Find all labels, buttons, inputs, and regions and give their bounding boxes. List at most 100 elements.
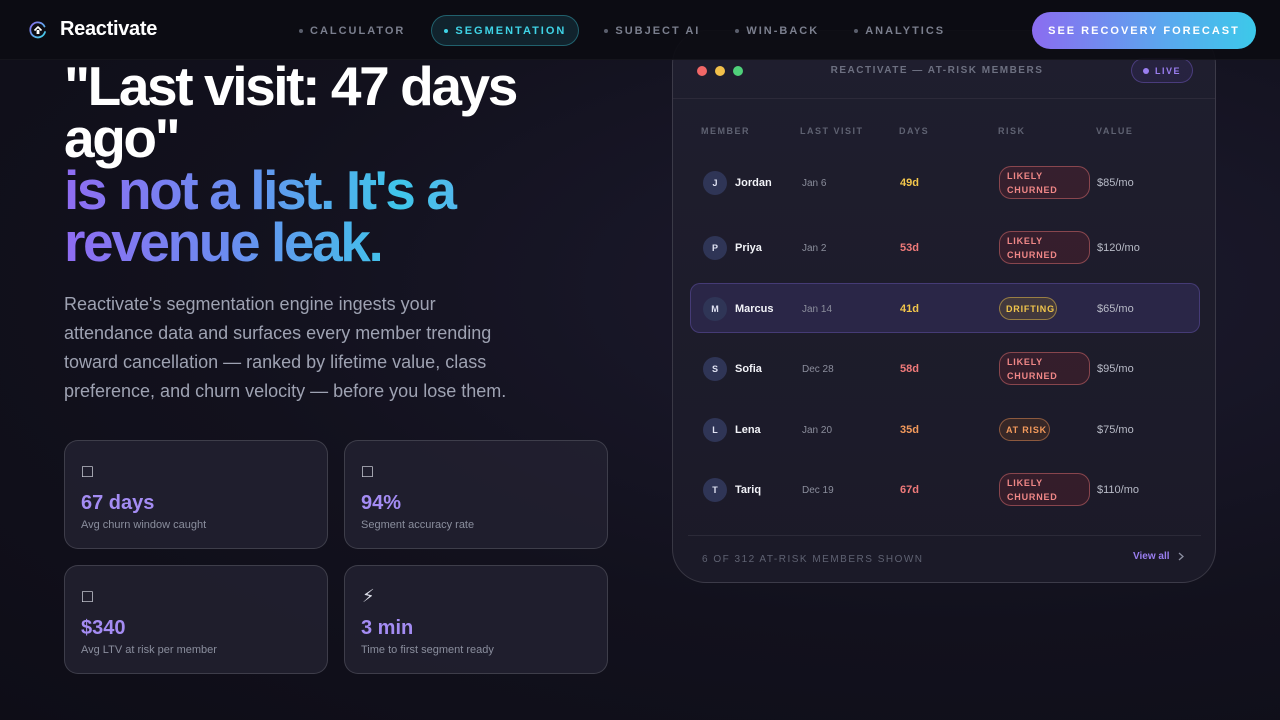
- nav-links: CALCULATOR SEGMENTATION SUBJECT AI WIN-B…: [290, 15, 955, 46]
- risk-badge-text: CHURNED: [1007, 371, 1058, 381]
- column-header-risk: RISK: [998, 126, 1026, 136]
- nav-link-label: WIN-BACK: [746, 24, 820, 37]
- stat-value: 67 days: [81, 492, 155, 514]
- live-badge: LIVE: [1131, 58, 1194, 83]
- column-header-last-visit: LAST VISIT: [800, 126, 864, 136]
- risk-badge: DRIFTING: [999, 297, 1057, 320]
- stat-placeholder-icon: □: [82, 586, 93, 606]
- member-value: $110/mo: [1097, 484, 1139, 496]
- brand[interactable]: Reactivate: [28, 18, 157, 41]
- risk-badge: LIKELY CHURNED: [999, 166, 1090, 199]
- member-name: Lena: [735, 424, 761, 436]
- risk-badge-text: LIKELY: [1007, 236, 1043, 246]
- view-all-link[interactable]: View all: [1133, 551, 1184, 562]
- live-dot-icon: [1143, 67, 1149, 74]
- days-since-visit: 35d: [900, 424, 919, 436]
- nav-dot-icon: [299, 28, 303, 33]
- member-name: Sofia: [735, 363, 762, 375]
- table-row[interactable]: P Priya Jan 2 53d LIKELY CHURNED $120/mo: [690, 222, 1200, 272]
- nav-link-segmentation[interactable]: SEGMENTATION: [431, 15, 580, 46]
- table-row[interactable]: J Jordan Jan 6 49d LIKELY CHURNED $85/mo: [690, 157, 1200, 207]
- last-visit: Jan 6: [802, 178, 827, 189]
- member-name: Marcus: [735, 303, 774, 315]
- last-visit: Jan 2: [802, 243, 827, 254]
- nav-dot-icon: [735, 28, 740, 33]
- table-row[interactable]: S Sofia Dec 28 58d LIKELY CHURNED $95/mo: [690, 343, 1200, 393]
- risk-badge-text: DRIFTING: [1006, 304, 1055, 314]
- risk-badge-text: LIKELY: [1007, 357, 1043, 367]
- nav-link-subject-ai[interactable]: SUBJECT AI: [595, 15, 710, 46]
- member-name: Jordan: [735, 177, 772, 189]
- risk-badge-text: CHURNED: [1007, 250, 1058, 260]
- table-row[interactable]: M Marcus Jan 14 41d DRIFTING $65/mo: [690, 283, 1200, 333]
- last-visit: Jan 20: [802, 425, 833, 436]
- avatar: S: [703, 357, 727, 381]
- nav-link-label: SEGMENTATION: [455, 24, 567, 37]
- hero-description: Reactivate's segmentation engine ingests…: [64, 294, 507, 401]
- stat-value: 3 min: [361, 617, 414, 639]
- hero-title-gradient-line: revenue leak.: [64, 215, 624, 270]
- risk-badge: LIKELY CHURNED: [999, 473, 1090, 506]
- nav-link-label: ANALYTICS: [865, 24, 946, 37]
- last-visit: Jan 14: [802, 304, 833, 315]
- stat-value: $340: [81, 617, 126, 639]
- nav-link-analytics[interactable]: ANALYTICS: [845, 15, 955, 46]
- risk-badge: AT RISK: [999, 418, 1050, 441]
- nav-dot-icon: [854, 28, 859, 33]
- hero-title-line: ago": [64, 107, 181, 169]
- stat-card-time-to-segment: ⚡ 3 min Time to first segment ready: [344, 565, 608, 674]
- avatar: T: [703, 478, 727, 502]
- stat-placeholder-icon: □: [362, 461, 373, 481]
- recovery-forecast-button[interactable]: SEE RECOVERY FORECAST: [1032, 12, 1256, 49]
- nav-dot-icon: [604, 28, 609, 33]
- last-visit: Dec 19: [802, 485, 834, 496]
- column-header-member: MEMBER: [701, 126, 750, 136]
- avatar: L: [703, 418, 727, 442]
- stat-label: Avg LTV at risk per member: [81, 644, 217, 656]
- nav-link-label: CALCULATOR: [310, 24, 406, 37]
- logo-icon: [29, 20, 46, 38]
- stat-label: Time to first segment ready: [361, 644, 494, 656]
- risk-badge-text: CHURNED: [1007, 492, 1058, 502]
- risk-badge-text: AT RISK: [1006, 425, 1047, 435]
- risk-badge-text: LIKELY: [1007, 478, 1043, 488]
- nav-dot-icon: [444, 28, 449, 33]
- table-row[interactable]: L Lena Jan 20 35d AT RISK $75/mo: [690, 404, 1200, 454]
- column-header-value: VALUE: [1096, 126, 1134, 136]
- live-label: LIVE: [1155, 65, 1182, 76]
- days-since-visit: 41d: [900, 303, 919, 315]
- stat-value: 94%: [361, 492, 402, 514]
- members-shown-count: 6 OF 312 AT-RISK MEMBERS SHOWN: [702, 554, 924, 565]
- member-value: $95/mo: [1097, 363, 1134, 375]
- risk-badge: LIKELY CHURNED: [999, 352, 1090, 385]
- avatar: P: [703, 236, 727, 260]
- nav-link-label: SUBJECT AI: [615, 24, 701, 37]
- chevron-right-icon: [1178, 552, 1184, 561]
- risk-badge-text: CHURNED: [1007, 185, 1058, 195]
- nav-link-calculator[interactable]: CALCULATOR: [290, 15, 415, 46]
- days-since-visit: 49d: [900, 177, 919, 189]
- member-value: $65/mo: [1097, 303, 1134, 315]
- top-nav: Reactivate CALCULATOR SEGMENTATION SUBJE…: [0, 0, 1280, 60]
- member-value: $75/mo: [1097, 424, 1134, 436]
- stat-card-accuracy: □ 94% Segment accuracy rate: [344, 440, 608, 549]
- last-visit: Dec 28: [802, 364, 834, 375]
- risk-badge-text: LIKELY: [1007, 171, 1043, 181]
- member-name: Tariq: [735, 484, 762, 496]
- risk-badge: LIKELY CHURNED: [999, 231, 1090, 264]
- lightning-icon: ⚡: [362, 586, 375, 606]
- days-since-visit: 67d: [900, 484, 919, 496]
- days-since-visit: 58d: [900, 363, 919, 375]
- stat-card-ltv: □ $340 Avg LTV at risk per member: [64, 565, 328, 674]
- stat-placeholder-icon: □: [82, 461, 93, 481]
- avatar: M: [703, 297, 727, 321]
- days-since-visit: 53d: [900, 242, 919, 254]
- footer-divider: [688, 535, 1201, 536]
- table-row[interactable]: T Tariq Dec 19 67d LIKELY CHURNED $110/mo: [690, 464, 1200, 514]
- stat-card-churn-window: □ 67 days Avg churn window caught: [64, 440, 328, 549]
- panel-title: REACTIVATE — AT-RISK MEMBERS: [830, 65, 1044, 76]
- hero-title-line: "Last visit: 47 days: [64, 55, 518, 117]
- nav-link-win-back[interactable]: WIN-BACK: [726, 15, 829, 46]
- view-all-label: View all: [1133, 551, 1170, 562]
- avatar: J: [703, 171, 727, 195]
